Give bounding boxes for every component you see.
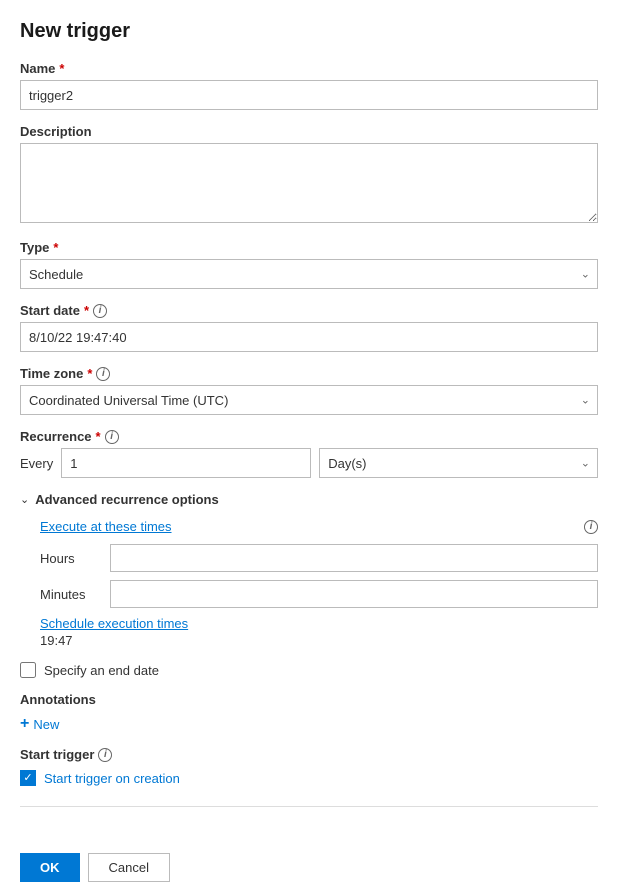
advanced-label: Advanced recurrence options (35, 492, 219, 507)
end-date-label: Specify an end date (44, 663, 159, 678)
time-zone-required: * (87, 366, 92, 381)
form-container: New trigger Name * Description Type * Sc… (0, 0, 618, 843)
start-trigger-info-icon[interactable]: i (98, 748, 112, 762)
schedule-time: 19:47 (40, 633, 598, 648)
start-date-required: * (84, 303, 89, 318)
type-label: Type * (20, 240, 598, 255)
cancel-button[interactable]: Cancel (88, 853, 170, 882)
description-label: Description (20, 124, 598, 139)
start-trigger-checkbox-row: ✓ Start trigger on creation (20, 770, 598, 786)
start-trigger-section: Start trigger i ✓ Start trigger on creat… (20, 747, 598, 786)
time-zone-label: Time zone * i (20, 366, 598, 381)
every-label: Every (20, 456, 53, 471)
execute-link[interactable]: Execute at these times (40, 519, 172, 534)
recurrence-group: Recurrence * i Every Minute(s) Hour(s) D… (20, 429, 598, 478)
execute-info-icon[interactable]: i (584, 520, 598, 534)
recurrence-unit-select[interactable]: Minute(s) Hour(s) Day(s) Week(s) Month(s… (319, 448, 598, 478)
start-trigger-label: Start trigger (20, 747, 94, 762)
time-zone-select[interactable]: Coordinated Universal Time (UTC) (20, 385, 598, 415)
recurrence-number-input[interactable] (61, 448, 311, 478)
start-trigger-label-row: Start trigger i (20, 747, 598, 762)
start-trigger-checkbox-label: Start trigger on creation (44, 771, 180, 786)
name-group: Name * (20, 61, 598, 110)
minutes-input[interactable] (110, 580, 598, 608)
checkmark-icon: ✓ (23, 773, 32, 784)
recurrence-row: Every Minute(s) Hour(s) Day(s) Week(s) M… (20, 448, 598, 478)
name-required: * (59, 61, 64, 76)
hours-minutes-section: Hours Minutes (40, 544, 598, 608)
footer-divider (20, 806, 598, 807)
start-date-input[interactable] (20, 322, 598, 352)
start-trigger-checkbox[interactable]: ✓ (20, 770, 36, 786)
time-zone-select-wrapper: Coordinated Universal Time (UTC) ⌄ (20, 385, 598, 415)
time-zone-info-icon[interactable]: i (96, 367, 110, 381)
description-input[interactable] (20, 143, 598, 223)
start-date-group: Start date * i (20, 303, 598, 352)
recurrence-unit-wrapper: Minute(s) Hour(s) Day(s) Week(s) Month(s… (319, 448, 598, 478)
execute-row: Execute at these times i (40, 519, 598, 534)
start-date-label: Start date * i (20, 303, 598, 318)
end-date-checkbox[interactable] (20, 662, 36, 678)
type-group: Type * Schedule Tumbling Window Event ⌄ (20, 240, 598, 289)
hours-label: Hours (40, 551, 110, 566)
hours-input[interactable] (110, 544, 598, 572)
advanced-section: ⌄ Advanced recurrence options Execute at… (20, 492, 598, 648)
start-date-info-icon[interactable]: i (93, 304, 107, 318)
recurrence-label: Recurrence * i (20, 429, 598, 444)
type-select[interactable]: Schedule Tumbling Window Event (20, 259, 598, 289)
schedule-link[interactable]: Schedule execution times (40, 616, 188, 631)
recurrence-required: * (96, 429, 101, 444)
name-label: Name * (20, 61, 598, 76)
description-group: Description (20, 124, 598, 226)
ok-button[interactable]: OK (20, 853, 80, 882)
end-date-row: Specify an end date (20, 662, 598, 678)
time-zone-group: Time zone * i Coordinated Universal Time… (20, 366, 598, 415)
plus-icon: + (20, 715, 29, 733)
minutes-label: Minutes (40, 587, 110, 602)
advanced-chevron-icon: ⌄ (20, 493, 29, 506)
annotations-label: Annotations (20, 692, 598, 707)
type-required: * (53, 240, 58, 255)
recurrence-info-icon[interactable]: i (105, 430, 119, 444)
name-input[interactable] (20, 80, 598, 110)
type-select-wrapper: Schedule Tumbling Window Event ⌄ (20, 259, 598, 289)
minutes-row: Minutes (40, 580, 598, 608)
hours-row: Hours (40, 544, 598, 572)
advanced-toggle[interactable]: ⌄ Advanced recurrence options (20, 492, 598, 507)
new-annotation-label: New (33, 717, 59, 732)
annotations-section: Annotations + New (20, 692, 598, 733)
new-annotation-button[interactable]: + New (20, 715, 59, 733)
page-title: New trigger (20, 20, 598, 43)
advanced-content: Execute at these times i Hours Minutes S… (20, 519, 598, 648)
footer-buttons: OK Cancel (0, 843, 618, 892)
schedule-section: Schedule execution times 19:47 (40, 616, 598, 648)
